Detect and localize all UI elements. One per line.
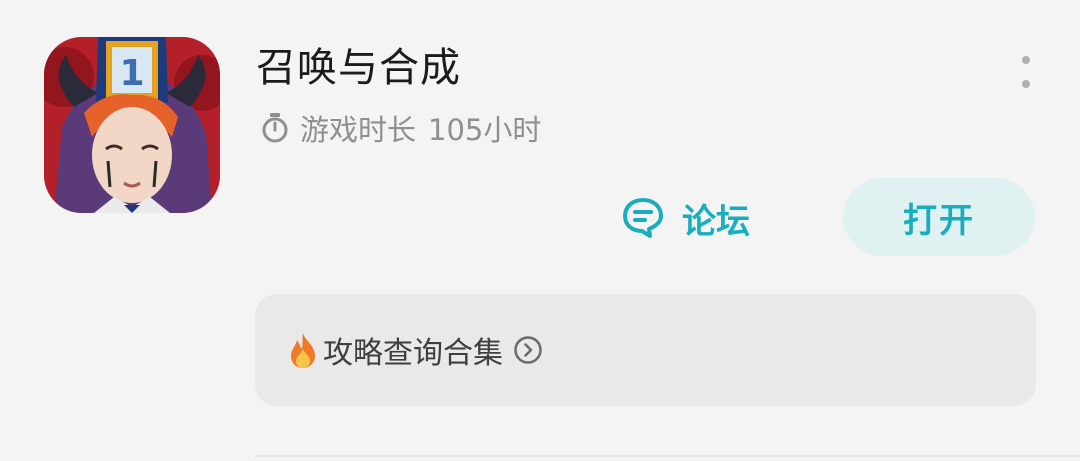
open-button[interactable]: 打开 <box>843 178 1035 256</box>
playtime-row: 游戏时长 105小时 <box>258 106 541 150</box>
app-icon-illustration: 1 <box>44 37 220 213</box>
forum-label: 论坛 <box>682 201 750 242</box>
stopwatch-icon <box>258 111 292 145</box>
forum-button[interactable]: 论坛 <box>620 190 750 246</box>
app-title: 召唤与合成 <box>256 45 461 91</box>
guide-collection-link[interactable]: 攻略查询合集 <box>255 294 1036 406</box>
chat-bubble-icon <box>620 195 666 241</box>
guide-label: 攻略查询合集 <box>323 336 503 371</box>
playtime-value: 105小时 <box>428 113 542 147</box>
game-app-icon[interactable]: 1 <box>44 37 220 213</box>
game-card: 1 召唤与合成 游戏时长 105小时 论坛 打开 攻略查询合集 <box>0 0 1080 461</box>
more-options-button[interactable] <box>1010 52 1042 92</box>
app-icon-badge: 1 <box>119 53 144 94</box>
more-dot <box>1022 56 1030 64</box>
chevron-right-circle-icon <box>513 335 543 365</box>
playtime-label: 游戏时长 <box>300 113 417 147</box>
guide-content: 攻略查询合集 <box>287 328 543 372</box>
more-dot <box>1022 80 1030 88</box>
divider <box>255 455 1080 457</box>
fire-icon <box>287 331 319 369</box>
